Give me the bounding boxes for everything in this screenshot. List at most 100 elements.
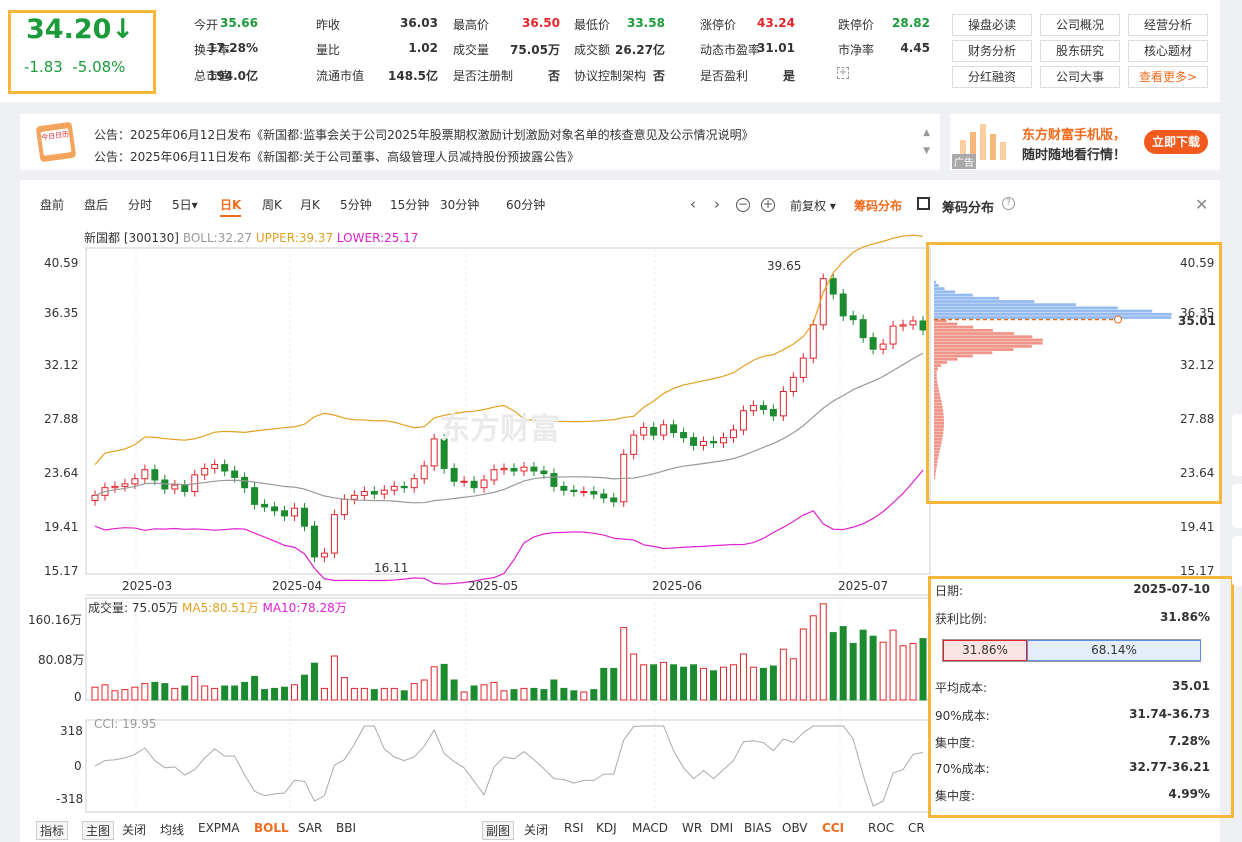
cost70: 32.77-36.21 xyxy=(1129,760,1210,774)
volume-bar xyxy=(809,615,817,701)
profit-bar-right: 68.14% xyxy=(1027,640,1201,661)
volume-legend: 成交量: 75.05万 MA5:80.51万 MA10:78.28万 xyxy=(88,599,347,616)
quote-label: 协议控制架构 xyxy=(574,69,647,83)
company-nav-button[interactable]: 分红融资 xyxy=(952,66,1032,88)
calendar-icon: 今日日历 xyxy=(35,120,77,163)
volume-bar xyxy=(560,687,568,701)
sub-indicator[interactable]: DMI xyxy=(710,821,733,835)
sub-indicator[interactable]: OBV xyxy=(782,821,808,835)
concentration2-label: 集中度: xyxy=(935,789,976,803)
sub-indicator[interactable]: RSI xyxy=(564,821,584,835)
chevron-up-icon[interactable]: ▲ xyxy=(923,128,930,138)
company-nav-button[interactable]: 操盘必读 xyxy=(952,14,1032,36)
candle-body xyxy=(520,466,528,472)
company-nav-button[interactable]: 查看更多> xyxy=(1128,66,1208,88)
volume-bar xyxy=(490,681,498,701)
side-tab[interactable] xyxy=(1232,414,1242,476)
ad-banner[interactable]: 广告 东方财富手机版， 随时随地看行情！ 立即下载 xyxy=(950,114,1220,170)
candle-body xyxy=(600,493,608,499)
sub-indicator[interactable]: CR xyxy=(908,821,925,835)
candle-body xyxy=(360,491,368,496)
volume-axis-top: 160.16万 xyxy=(28,613,82,627)
candle-body xyxy=(171,484,179,490)
company-nav-button[interactable]: 财务分析 xyxy=(952,40,1032,62)
volume-bar xyxy=(350,687,358,701)
candle-body xyxy=(241,476,249,489)
company-nav-button[interactable]: 经营分析 xyxy=(1128,14,1208,36)
company-nav-button[interactable]: 公司概况 xyxy=(1040,14,1120,36)
volume-bar xyxy=(620,627,628,701)
concentration2: 4.99% xyxy=(1168,787,1210,801)
chart-panel: 盘前 盘后 分时 5日▾ 日K 周K 月K 5分钟 15分钟 30分钟 60分钟 ‹ › − + 前… xyxy=(20,180,1234,842)
candle-body xyxy=(789,376,797,393)
volume-bar xyxy=(630,653,638,701)
volume-bar xyxy=(251,675,259,701)
download-button[interactable]: 立即下载 xyxy=(1144,130,1208,154)
volume-bar xyxy=(171,687,179,701)
volume-bar xyxy=(91,686,99,701)
company-nav-button[interactable]: 公司大事 xyxy=(1040,66,1120,88)
quote-value: 1.02 xyxy=(408,41,438,55)
sub-indicator[interactable]: 副图 xyxy=(482,821,515,840)
watermark: 东方财富 xyxy=(440,412,560,447)
sub-indicator[interactable]: CCI xyxy=(822,821,844,835)
main-indicator[interactable]: 均线 xyxy=(160,821,184,838)
date-tick: 2025-03 xyxy=(122,579,173,593)
cost90-label: 90%成本: xyxy=(935,709,990,723)
profit-ratio: 31.86% xyxy=(1160,610,1210,624)
change-percent: -5.08% xyxy=(72,58,126,76)
main-indicator[interactable]: BOLL xyxy=(254,821,289,835)
candle-body xyxy=(390,485,398,491)
profit-bar-left: 31.86% xyxy=(943,640,1027,661)
volume-bar xyxy=(281,686,289,701)
quote-label: 是否注册制 xyxy=(453,69,514,83)
company-nav-button[interactable]: 股东研究 xyxy=(1040,40,1120,62)
volume-bar xyxy=(829,632,837,701)
ad-line1: 东方财富手机版， xyxy=(1022,128,1127,143)
price-tick: 27.88 xyxy=(44,412,79,426)
quote-value: 75.05万 xyxy=(510,43,560,57)
quote-label: 跌停价 xyxy=(838,18,875,32)
volume-bar xyxy=(101,684,109,701)
candle-body xyxy=(630,434,638,455)
notice-item[interactable]: 公告：2025年06月11日发布《新国都:关于公司董事、高级管理人员减持股份预披… xyxy=(94,148,579,165)
side-tab[interactable] xyxy=(1232,484,1242,528)
main-indicator[interactable]: 主图 xyxy=(82,821,115,840)
quote-value: 否 xyxy=(547,69,560,83)
sub-indicator[interactable]: 关闭 xyxy=(524,821,548,838)
candle-body xyxy=(610,497,618,503)
candle-body xyxy=(839,293,847,317)
cost90: 31.74-36.73 xyxy=(1129,707,1210,721)
main-indicator[interactable]: BBI xyxy=(336,821,356,835)
volume-bar xyxy=(550,679,558,701)
sub-indicator[interactable]: KDJ xyxy=(596,821,617,835)
volume-label: 成交量: 75.05万 xyxy=(88,601,179,615)
candle-body xyxy=(291,507,299,517)
main-indicator[interactable]: 指标 xyxy=(36,821,69,840)
volume-bar xyxy=(719,666,727,701)
candle-body xyxy=(829,278,837,295)
sub-indicator[interactable]: MACD xyxy=(632,821,668,835)
side-tab[interactable] xyxy=(1232,536,1242,586)
main-indicator[interactable]: SAR xyxy=(298,821,322,835)
chevron-down-icon[interactable]: ▼ xyxy=(923,146,930,156)
plus-icon[interactable]: + xyxy=(837,67,849,79)
notice-item[interactable]: 公告：2025年06月12日发布《新国都:监事会关于公司2025年股票期权激励计… xyxy=(94,126,754,143)
candle-body xyxy=(710,441,718,444)
volume-bar xyxy=(899,645,907,701)
cci-pane-border xyxy=(85,719,931,813)
sub-indicator[interactable]: WR xyxy=(682,821,702,835)
quote-value: 194.0亿 xyxy=(208,69,258,83)
sub-indicator[interactable]: ROC xyxy=(868,821,894,835)
volume-bar xyxy=(909,642,917,701)
main-indicator[interactable]: EXPMA xyxy=(198,821,240,835)
candle-body xyxy=(350,494,358,500)
volume-bar xyxy=(749,666,757,701)
quote-label: 昨收 xyxy=(316,18,341,32)
ad-line2: 随时随地看行情！ xyxy=(1022,148,1127,163)
company-nav-button[interactable]: 核心题材 xyxy=(1128,40,1208,62)
candle-body xyxy=(809,324,817,359)
volume-bar xyxy=(879,641,887,701)
sub-indicator[interactable]: BIAS xyxy=(744,821,772,835)
main-indicator[interactable]: 关闭 xyxy=(122,821,146,838)
